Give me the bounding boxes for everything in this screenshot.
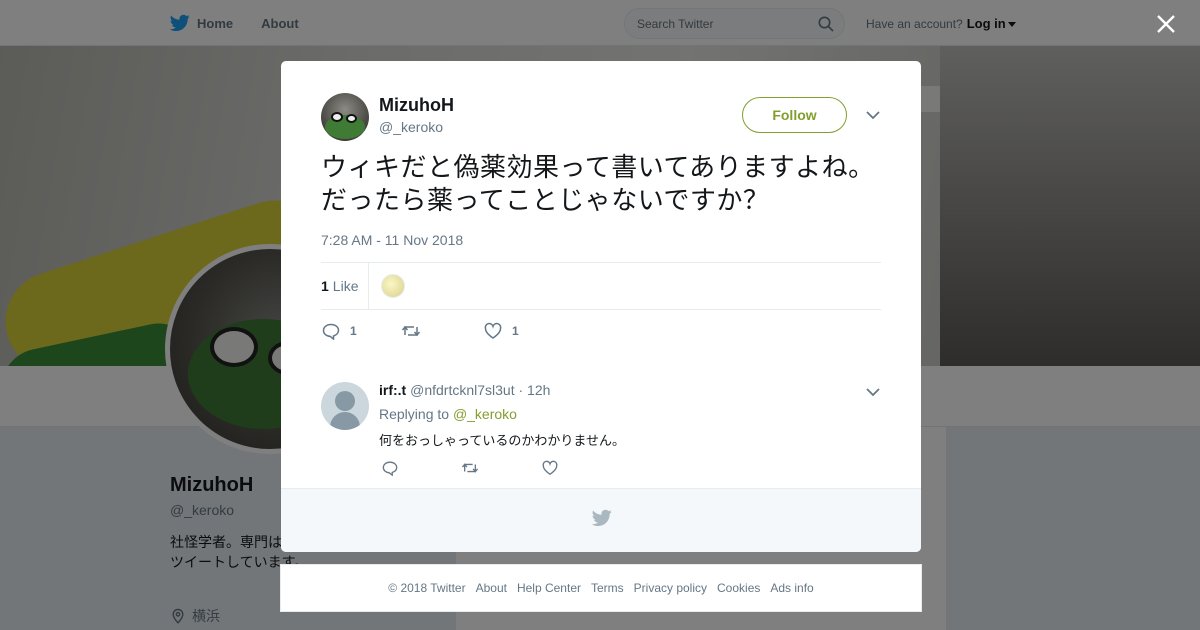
footer-link-about[interactable]: About (476, 581, 507, 595)
twitter-bird-icon (592, 509, 612, 526)
reply-action[interactable]: 1 (321, 322, 401, 340)
follow-button[interactable]: Follow (742, 97, 847, 133)
stats-divider (368, 263, 369, 309)
reply-header: irf:.t @nfdrtcknl7sl3ut · 12h (379, 382, 550, 398)
like-count: 1 (512, 324, 519, 338)
reply-icon[interactable] (381, 460, 399, 477)
chevron-down-icon[interactable] (865, 386, 881, 398)
close-icon[interactable] (1156, 14, 1176, 34)
footer-copyright: © 2018 Twitter (388, 581, 466, 595)
author-handle[interactable]: @_keroko (379, 119, 443, 135)
footer-link-help-center[interactable]: Help Center (517, 581, 581, 595)
like-stat-label: Like (332, 278, 359, 294)
replying-to-prefix: Replying to (379, 406, 450, 422)
footer-link-ads-info[interactable]: Ads info (770, 581, 813, 595)
footer-link-cookies[interactable]: Cookies (717, 581, 760, 595)
replying-to: Replying to @_keroko (379, 406, 517, 422)
tweet-timestamp[interactable]: 7:28 AM - 11 Nov 2018 (321, 232, 463, 248)
chevron-down-icon[interactable] (865, 109, 881, 121)
replying-to-mention[interactable]: @_keroko (453, 406, 517, 422)
author-name[interactable]: MizuhoH (379, 95, 454, 116)
tweet-actions: 1 1 (321, 319, 563, 343)
heart-icon[interactable] (541, 460, 559, 476)
footer-link-privacy[interactable]: Privacy policy (634, 581, 707, 595)
reply-author-handle[interactable]: @nfdrtcknl7sl3ut (410, 382, 514, 398)
footer-link-terms[interactable]: Terms (591, 581, 624, 595)
author-avatar-eye-left (331, 112, 343, 122)
page-footer: © 2018 Twitter About Help Center Terms P… (280, 564, 922, 612)
reply-separator: · (518, 382, 524, 398)
like-stat[interactable]: 1 Like (321, 278, 358, 294)
tweet-modal: MizuhoH @_keroko Follow ウィキだと偽薬効果って書いてあり… (281, 61, 921, 552)
liker-avatar[interactable] (381, 274, 405, 298)
reply-avatar[interactable] (321, 382, 369, 430)
reply-avatar-head (335, 391, 355, 411)
reply-actions (381, 460, 581, 481)
retweet-icon[interactable] (401, 322, 421, 340)
reply-avatar-body (330, 412, 360, 430)
author-avatar-eye-right (346, 114, 357, 123)
reply-icon[interactable] (321, 322, 341, 340)
like-action[interactable]: 1 (483, 322, 563, 340)
like-stat-count: 1 (321, 278, 329, 294)
retweet-action[interactable] (401, 322, 483, 340)
tweet-text: ウィキだと偽薬効果って書いてありますよね。だったら薬ってことじゃないですか？ (321, 153, 875, 216)
retweet-icon[interactable] (461, 460, 479, 476)
reply-reply-action[interactable] (381, 460, 461, 481)
reply-like-action[interactable] (541, 460, 581, 481)
reply-count: 1 (350, 324, 357, 338)
tweet-stats: 1 Like (321, 262, 881, 310)
reply-age[interactable]: 12h (527, 382, 550, 398)
author-avatar[interactable] (321, 93, 369, 141)
modal-footer (281, 488, 921, 552)
heart-icon[interactable] (483, 322, 503, 340)
reply-author-name[interactable]: irf:.t (379, 382, 406, 398)
reply-retweet-action[interactable] (461, 460, 541, 481)
reply-text: 何をおっしゃっているのかわかりません。 (379, 434, 625, 449)
